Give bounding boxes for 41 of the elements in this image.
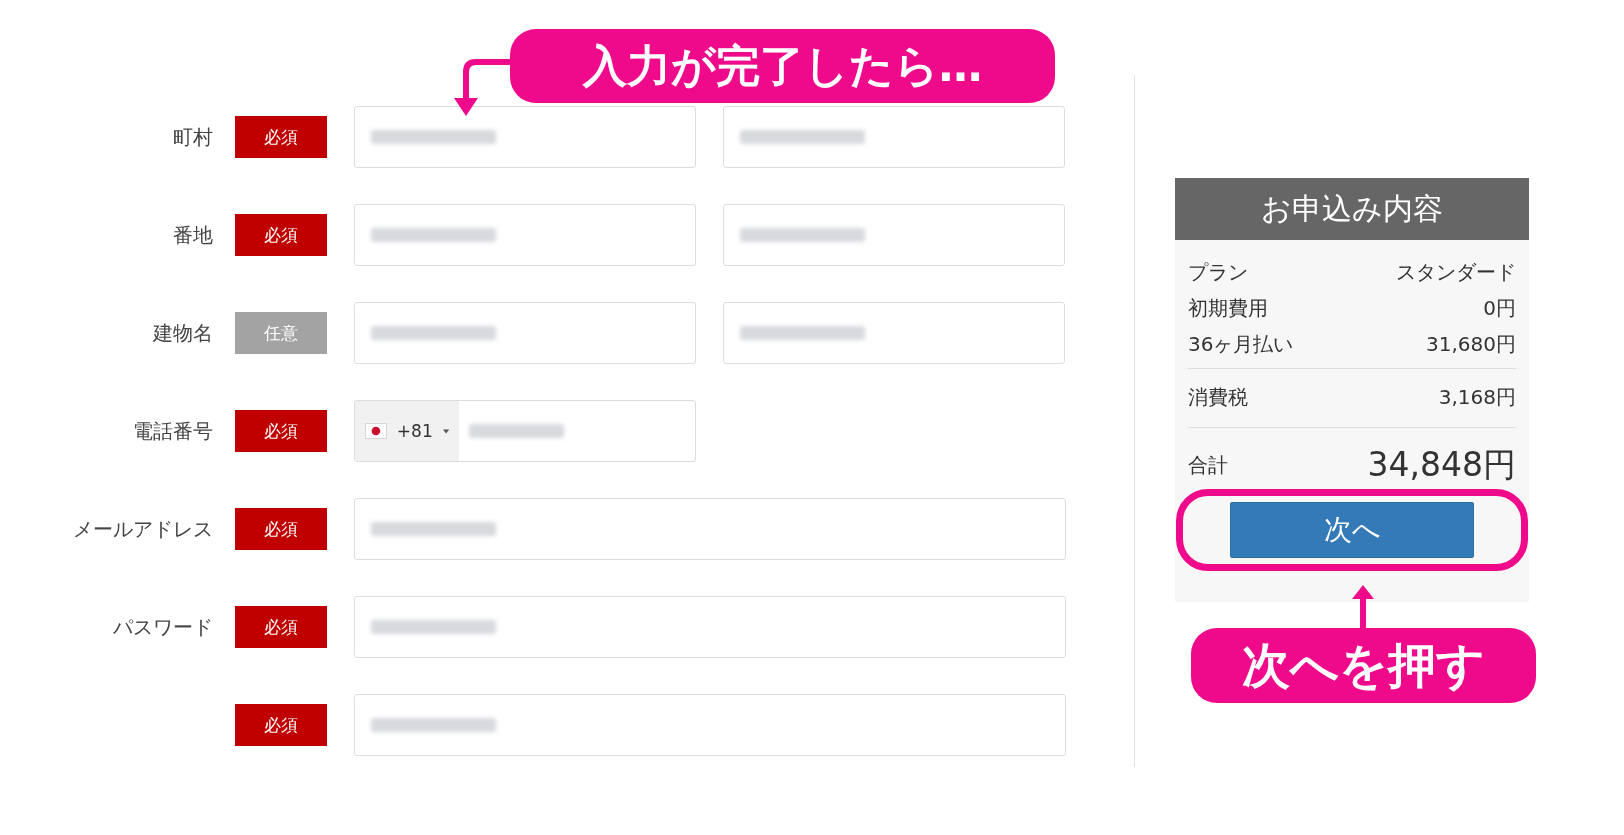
phone-input-field[interactable]: +81 bbox=[354, 400, 696, 462]
requirement-badge: 任意 bbox=[235, 312, 327, 354]
callout-label: 入力が完了したら… bbox=[510, 29, 1055, 103]
input-field[interactable] bbox=[354, 302, 696, 364]
total-value: 34,848円 bbox=[1367, 447, 1516, 483]
summary-label: 消費税 bbox=[1188, 384, 1248, 411]
field-label: 建物名 bbox=[152, 319, 213, 347]
summary-value: 3,168円 bbox=[1438, 384, 1516, 411]
callout-label: 次へを押す bbox=[1191, 628, 1536, 703]
caret-icon bbox=[442, 428, 449, 434]
field-label: 電話番号 bbox=[132, 417, 213, 445]
requirement-badge: 必須 bbox=[235, 606, 327, 648]
panel-title: お申込み内容 bbox=[1175, 178, 1529, 240]
input-field[interactable] bbox=[354, 694, 1066, 756]
total-label: 合計 bbox=[1188, 452, 1228, 479]
requirement-badge: 必須 bbox=[235, 116, 327, 158]
input-field[interactable] bbox=[354, 498, 1066, 560]
input-field[interactable] bbox=[723, 106, 1065, 168]
field-label: メールアドレス bbox=[72, 515, 213, 543]
summary-value: スタンダード bbox=[1396, 259, 1516, 286]
input-field[interactable] bbox=[723, 302, 1065, 364]
input-field[interactable] bbox=[723, 204, 1065, 266]
requirement-badge: 必須 bbox=[235, 410, 327, 452]
input-field[interactable] bbox=[354, 106, 696, 168]
summary-label: 36ヶ月払い bbox=[1188, 331, 1294, 358]
field-label: 町村 bbox=[172, 123, 213, 151]
requirement-badge: 必須 bbox=[235, 508, 327, 550]
summary-value: 0円 bbox=[1483, 295, 1516, 322]
input-field[interactable] bbox=[354, 596, 1066, 658]
field-label: パスワード bbox=[112, 613, 213, 641]
summary-label: 初期費用 bbox=[1188, 295, 1268, 322]
next-button[interactable]: 次へ bbox=[1230, 502, 1474, 558]
field-label: 番地 bbox=[172, 221, 213, 249]
summary-label: プラン bbox=[1188, 259, 1248, 286]
requirement-badge: 必須 bbox=[235, 704, 327, 746]
summary-value: 31,680円 bbox=[1426, 331, 1516, 358]
input-field[interactable] bbox=[354, 204, 696, 266]
flag-icon bbox=[365, 421, 387, 441]
requirement-badge: 必須 bbox=[235, 214, 327, 256]
arrow-icon bbox=[1352, 585, 1374, 629]
country-code-dropdown[interactable]: +81 bbox=[355, 401, 459, 461]
